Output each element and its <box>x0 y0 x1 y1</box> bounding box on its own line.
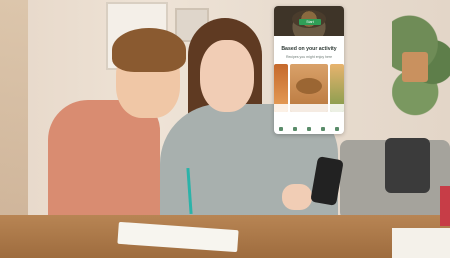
woman-face <box>200 40 254 112</box>
recipe-tile[interactable] <box>290 64 328 112</box>
recipes-icon[interactable] <box>307 127 311 131</box>
tile-label-bar <box>290 104 328 112</box>
profile-icon[interactable] <box>335 127 339 131</box>
paper-sheet <box>392 228 450 258</box>
card-title: Based on your activity <box>281 46 337 52</box>
tile-label-bar <box>330 104 344 112</box>
hero-start-button[interactable]: Start <box>299 19 321 25</box>
tile-label-bar <box>274 104 288 112</box>
woman-hand <box>282 184 312 210</box>
list-icon[interactable] <box>321 127 325 131</box>
search-icon[interactable] <box>293 127 297 131</box>
pillow <box>385 138 430 193</box>
plant-pot <box>402 52 428 82</box>
photo-scene: Start Based on your activity Recipes you… <box>0 0 450 258</box>
bottom-navigation <box>274 124 344 134</box>
red-object <box>440 186 450 226</box>
recipe-tiles <box>274 64 344 112</box>
home-icon[interactable] <box>279 127 283 131</box>
recipe-tile[interactable] <box>274 64 288 112</box>
app-recommendation-card: Start Based on your activity Recipes you… <box>274 6 344 134</box>
hero-food-image: Start <box>274 6 344 36</box>
food-image <box>296 78 322 94</box>
card-subtitle: Recipes you might enjoy here <box>285 55 333 59</box>
recipe-tile[interactable] <box>330 64 344 112</box>
boy-hair <box>112 28 186 72</box>
